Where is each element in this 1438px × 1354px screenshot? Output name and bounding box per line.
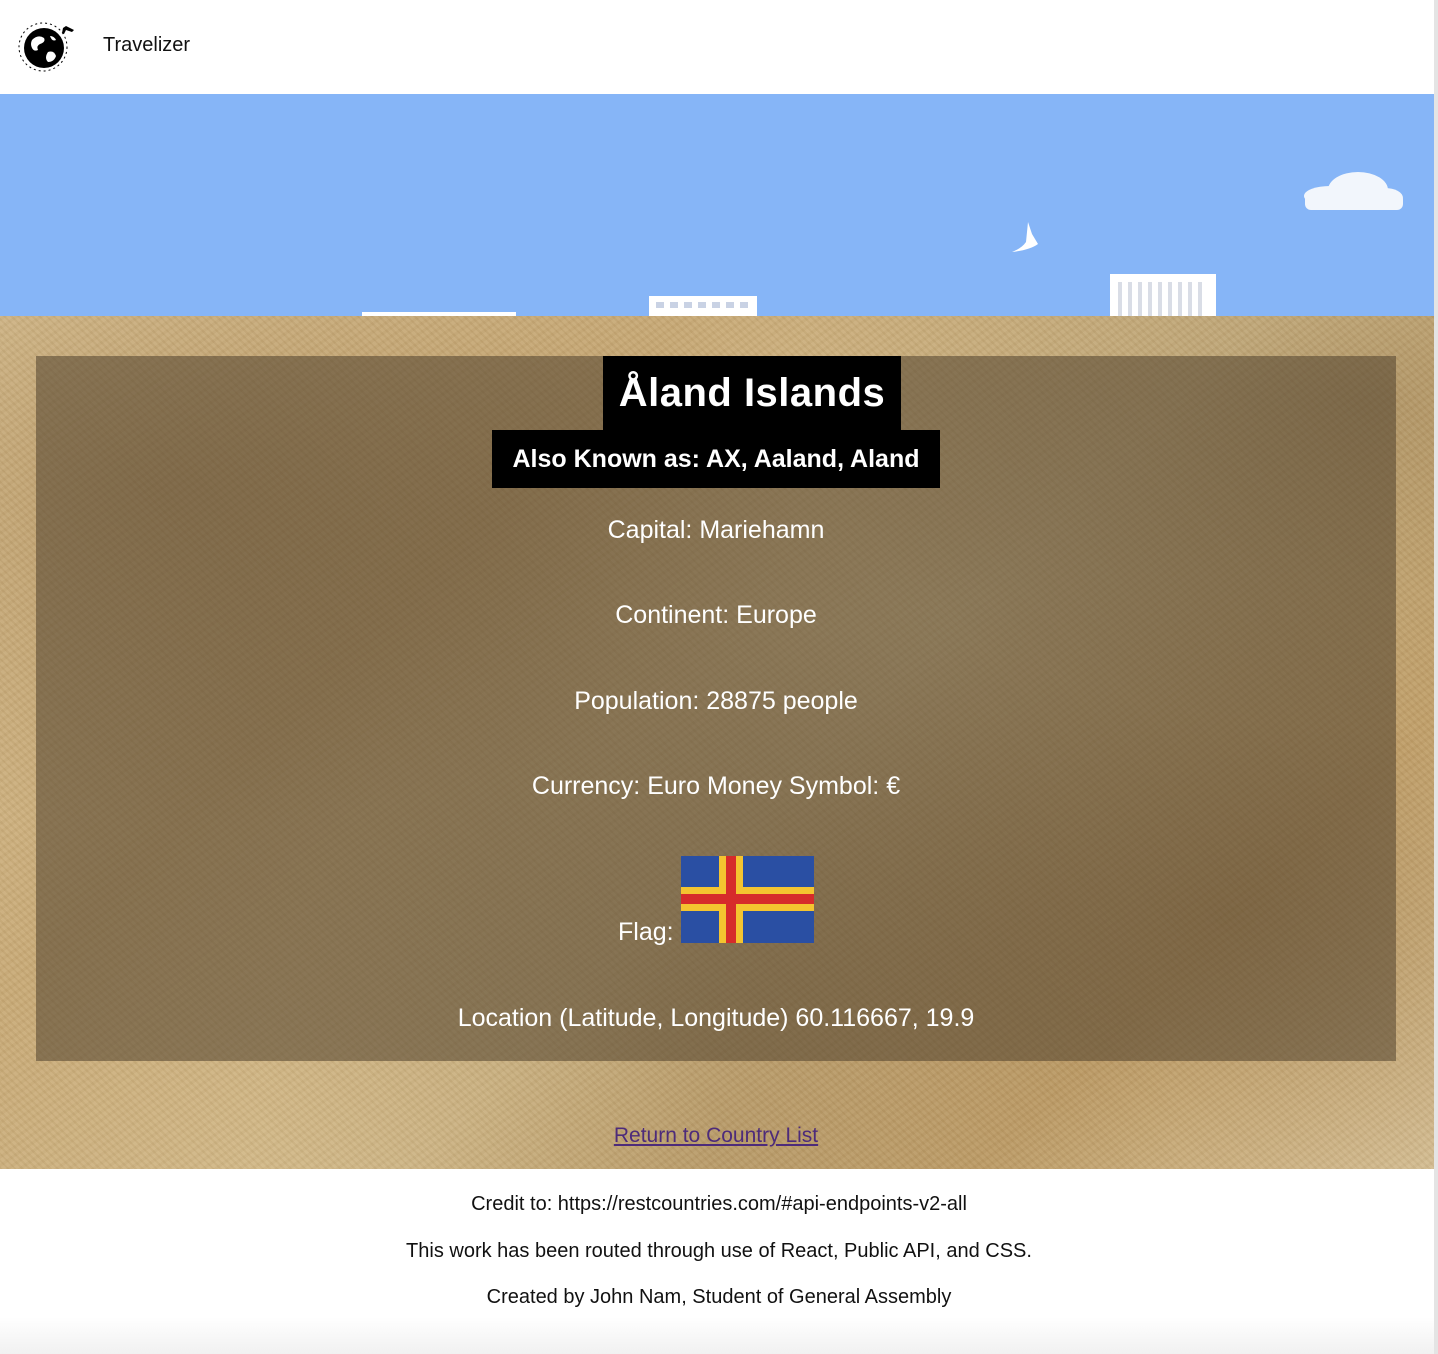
- country-name: Åland Islands: [603, 356, 901, 430]
- currency-text: Currency: Euro Money Symbol: €: [531, 772, 901, 800]
- brand-title[interactable]: Travelizer: [103, 34, 190, 57]
- return-to-country-list-link[interactable]: Return to Country List: [610, 1124, 822, 1148]
- skyline-illustration: [362, 172, 1403, 316]
- footer-routed: This work has been routed through use of…: [406, 1240, 1032, 1262]
- bird-icon: [1012, 222, 1038, 252]
- building-icon: [649, 296, 757, 316]
- building-icon: [1110, 274, 1216, 316]
- content-area: Åland Islands Also Known as: AX, Aaland,…: [0, 316, 1438, 1169]
- population-text: Population: 28875 people: [574, 687, 858, 715]
- capital-text: Capital: Mariehamn: [607, 516, 825, 544]
- scrollbar-edge: [1434, 0, 1438, 1354]
- flag-label: Flag:: [618, 918, 674, 946]
- also-known-as: Also Known as: AX, Aaland, Aland: [492, 430, 940, 488]
- location-text: Location (Latitude, Longitude) 60.116667…: [457, 1004, 975, 1032]
- country-card: Åland Islands Also Known as: AX, Aaland,…: [36, 356, 1396, 1061]
- globe-airplane-icon[interactable]: [8, 14, 78, 74]
- navbar: Travelizer: [0, 0, 1438, 94]
- aland-flag-icon: [681, 856, 814, 943]
- footer: Credit to: https://restcountries.com/#ap…: [0, 1169, 1438, 1354]
- footer-created: Created by John Nam, Student of General …: [486, 1286, 952, 1308]
- continent-text: Continent: Europe: [615, 601, 817, 629]
- sky-banner: [0, 94, 1438, 316]
- footer-credit: Credit to: https://restcountries.com/#ap…: [471, 1193, 967, 1215]
- cloud-icon: [1304, 172, 1403, 210]
- flag-row: Flag:: [36, 856, 1396, 946]
